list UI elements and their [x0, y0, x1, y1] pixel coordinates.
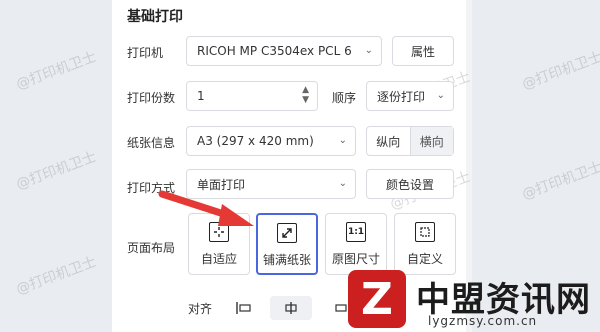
watermark: @打印机卫士 [520, 49, 600, 93]
chevron-down-icon: ⌄ [364, 45, 373, 56]
layout-option-label: 铺满纸张 [262, 253, 311, 267]
paper-select[interactable]: A3 (297 x 420 mm) ⌄ [186, 126, 356, 156]
printer-select[interactable]: RICOH MP C3504ex PCL 6 ⌄ [186, 36, 382, 66]
watermark: @打印机卫士 [14, 254, 99, 298]
align-label: 对齐 [188, 302, 213, 316]
custom-icon [415, 222, 435, 242]
printer-value: RICOH MP C3504ex PCL 6 [197, 44, 352, 58]
printer-label: 打印机 [127, 46, 164, 60]
chevron-down-icon: ⌄ [436, 90, 445, 101]
layout-option-fill[interactable]: 铺满纸张 [256, 213, 318, 275]
align-center-icon[interactable] [270, 296, 312, 320]
chevron-down-icon: ⌄ [338, 178, 347, 189]
stepper-arrows-icon[interactable]: ▲ ▼ [302, 85, 309, 105]
brand-mark-icon: Z [348, 270, 406, 328]
section-title: 基础打印 [127, 9, 183, 25]
brand-logo: Z 中盟资讯网 lygzmsy.com.cn [344, 264, 600, 332]
watermark: @打印机卫士 [14, 149, 99, 193]
landscape-option[interactable]: 横向 [410, 127, 453, 155]
watermark: @打印机卫士 [520, 159, 600, 203]
order-label: 顺序 [332, 91, 357, 105]
layout-option-label: 自适应 [200, 252, 237, 266]
printer-properties-button[interactable]: 属性 [392, 36, 454, 66]
order-value: 逐份打印 [377, 89, 426, 104]
watermark: @打印机卫士 [14, 49, 99, 93]
chevron-down-icon: ⌄ [338, 135, 347, 146]
paper-value: A3 (297 x 420 mm) [197, 134, 314, 148]
copies-label: 打印份数 [127, 91, 176, 105]
portrait-option[interactable]: 纵向 [367, 127, 411, 155]
align-left-icon[interactable] [232, 296, 256, 320]
page-layout-label: 页面布局 [127, 241, 176, 255]
copies-value: 1 [197, 89, 205, 103]
brand-url: lygzmsy.com.cn [428, 314, 538, 328]
orientation-toggle: 纵向 横向 [366, 126, 454, 156]
fill-icon [277, 223, 297, 243]
order-select[interactable]: 逐份打印 ⌄ [366, 81, 454, 111]
color-settings-button[interactable]: 颜色设置 [366, 169, 454, 199]
original-size-icon: 1:1 [346, 222, 366, 242]
red-arrow-annotation [158, 190, 254, 226]
copies-stepper[interactable]: 1 ▲ ▼ [186, 81, 318, 111]
paper-label: 纸张信息 [127, 136, 176, 150]
